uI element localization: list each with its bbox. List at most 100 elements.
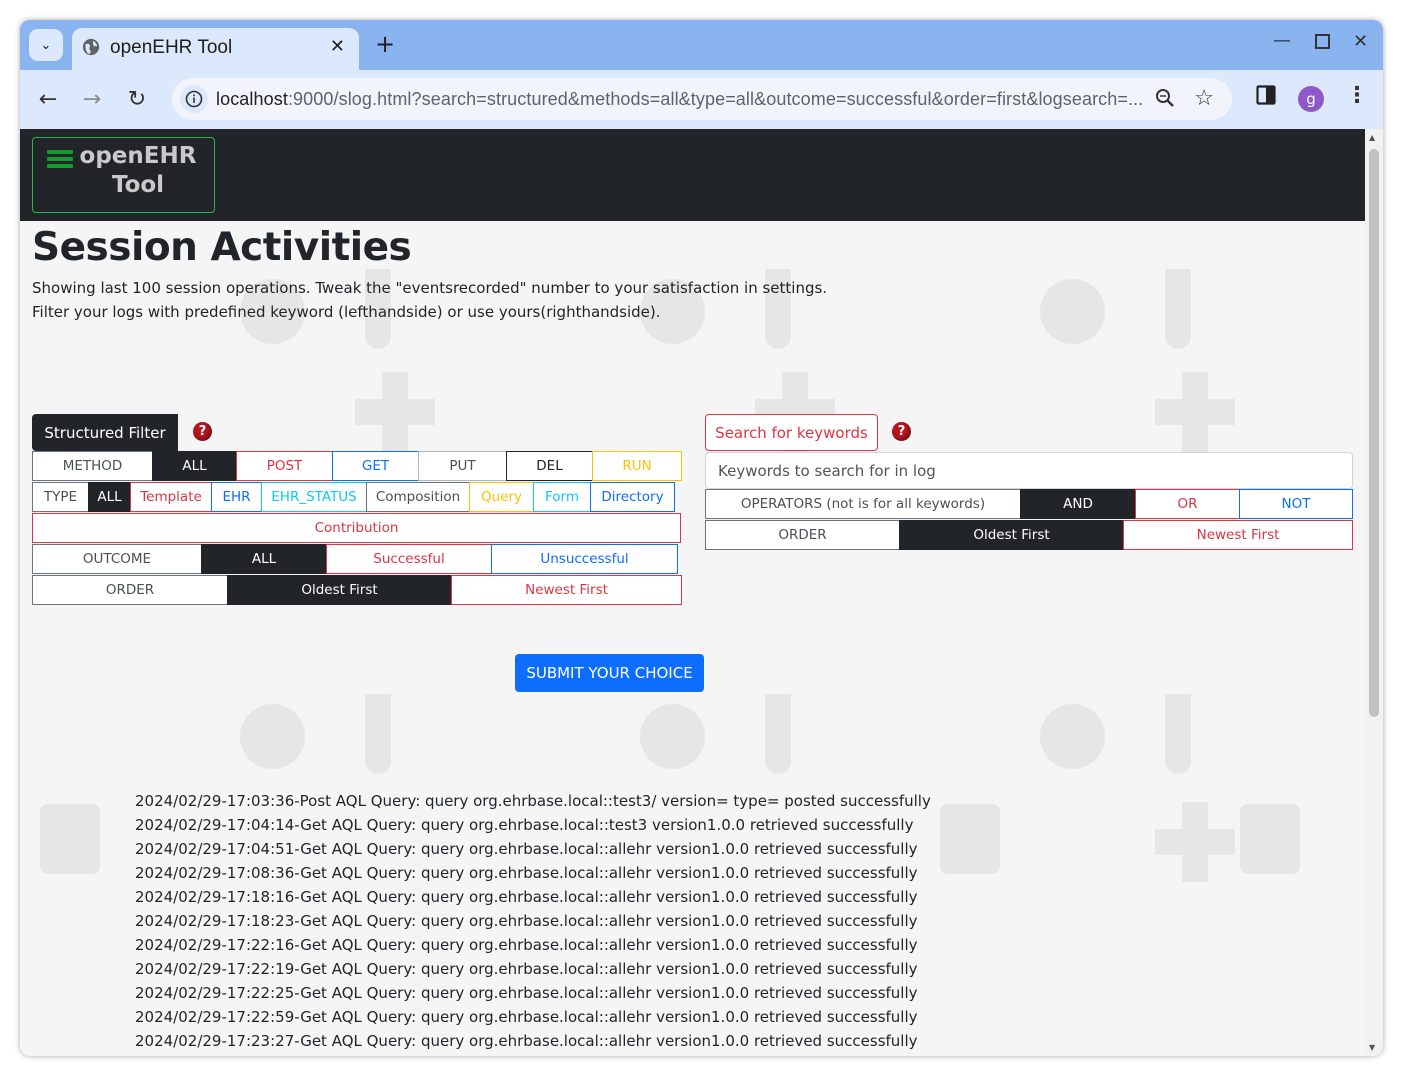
app-navbar: openEHR Tool	[20, 129, 1365, 221]
scroll-down-icon[interactable]: ▼	[1369, 1043, 1375, 1052]
tab-bar: ⌄ openEHR Tool ✕ + — ✕	[20, 20, 1383, 70]
outcome-unsuccessful-button[interactable]: Unsuccessful	[491, 544, 678, 574]
background-pattern-icon	[1165, 694, 1191, 774]
method-put-button[interactable]: PUT	[418, 451, 507, 481]
brand-line-1: openEHR	[79, 143, 197, 169]
outcome-successful-button[interactable]: Successful	[326, 544, 492, 574]
method-get-button[interactable]: GET	[332, 451, 419, 481]
reload-icon[interactable]: ↻	[122, 84, 152, 114]
background-pattern-icon	[1182, 802, 1208, 882]
method-run-button[interactable]: RUN	[592, 451, 682, 481]
scroll-thumb[interactable]	[1369, 149, 1379, 717]
background-pattern-icon	[1040, 279, 1105, 344]
background-pattern-icon	[382, 372, 408, 452]
type-ehr-status-button[interactable]: EHR_STATUS	[261, 482, 367, 512]
method-label: METHOD	[32, 451, 153, 481]
page-scrollbar[interactable]: ▲ ▼	[1365, 129, 1383, 1056]
log-line: 2024/02/29-17:18:16-Get AQL Query: query…	[135, 888, 918, 906]
type-contribution-button[interactable]: Contribution	[32, 513, 681, 543]
log-line: 2024/02/29-17:22:59-Get AQL Query: query…	[135, 1008, 918, 1026]
page-title: Session Activities	[32, 225, 412, 270]
tab-title: openEHR Tool	[110, 37, 233, 58]
operator-or-button[interactable]: OR	[1135, 489, 1240, 519]
log-line: 2024/02/29-17:18:23-Get AQL Query: query…	[135, 912, 918, 930]
order-oldest-first-button[interactable]: Oldest First	[227, 575, 452, 605]
type-ehr-button[interactable]: EHR	[211, 482, 262, 512]
order-label: ORDER	[32, 575, 228, 605]
avatar-letter: g	[1306, 90, 1316, 108]
type-composition-button[interactable]: Composition	[366, 482, 470, 512]
side-panel-icon[interactable]	[1256, 85, 1276, 105]
log-line: 2024/02/29-17:04:51-Get AQL Query: query…	[135, 840, 918, 858]
minimize-icon[interactable]: —	[1273, 30, 1291, 51]
globe-icon	[82, 38, 100, 56]
url-text[interactable]: localhost:9000/slog.html?search=structur…	[216, 89, 1143, 110]
page-description-1: Showing last 100 session operations. Twe…	[32, 279, 828, 297]
back-icon[interactable]: ←	[33, 84, 63, 114]
background-pattern-icon	[1240, 804, 1300, 874]
background-pattern-icon	[40, 804, 100, 874]
scroll-up-icon[interactable]: ▲	[1369, 133, 1375, 142]
url-path: :9000/slog.html?search=structured&method…	[287, 89, 1144, 109]
search-keywords-button[interactable]: Search for keywords	[705, 414, 878, 451]
close-tab-icon[interactable]: ✕	[330, 36, 345, 57]
type-all-button[interactable]: ALL	[88, 482, 131, 512]
outcome-all-button[interactable]: ALL	[201, 544, 327, 574]
log-line: 2024/02/29-17:04:14-Get AQL Query: query…	[135, 816, 914, 834]
background-pattern-icon	[640, 704, 705, 769]
hamburger-menu-icon	[47, 150, 73, 171]
new-tab-button[interactable]: +	[375, 31, 395, 57]
url-host: localhost	[216, 89, 288, 109]
background-pattern-icon	[240, 704, 305, 769]
keywords-order-label: ORDER	[705, 520, 900, 550]
structured-filter-button[interactable]: Structured Filter	[32, 414, 178, 451]
operators-row: OPERATORS (not is for all keywords) AND …	[705, 489, 1353, 519]
profile-avatar[interactable]: g	[1298, 86, 1324, 112]
outcome-label: OUTCOME	[32, 544, 202, 574]
tab-search-button[interactable]: ⌄	[29, 29, 63, 61]
keywords-oldest-first-button[interactable]: Oldest First	[899, 520, 1124, 550]
browser-menu-icon[interactable]: ⋮	[1346, 83, 1368, 108]
order-filter-row: ORDER Oldest First Newest First	[32, 575, 682, 605]
log-line: 2024/02/29-17:03:36-Post AQL Query: quer…	[135, 792, 931, 810]
log-line: 2024/02/29-17:22:16-Get AQL Query: query…	[135, 936, 918, 954]
bookmark-star-icon[interactable]: ☆	[1194, 86, 1214, 111]
background-pattern-icon	[1165, 269, 1191, 349]
keywords-input[interactable]	[705, 452, 1353, 489]
log-line: 2024/02/29-17:23:27-Get AQL Query: query…	[135, 1032, 918, 1050]
type-filter-row: TYPE ALL Template EHR EHR_STATUS Composi…	[32, 482, 675, 512]
method-post-button[interactable]: POST	[236, 451, 333, 481]
keywords-newest-first-button[interactable]: Newest First	[1123, 520, 1353, 550]
brand-title: openEHR Tool	[73, 142, 203, 200]
browser-tab[interactable]: openEHR Tool ✕	[72, 28, 359, 70]
operators-label: OPERATORS (not is for all keywords)	[705, 489, 1021, 519]
submit-button[interactable]: SUBMIT YOUR CHOICE	[515, 654, 704, 692]
log-line: 2024/02/29-17:22:25-Get AQL Query: query…	[135, 984, 918, 1002]
type-directory-button[interactable]: Directory	[590, 482, 675, 512]
type-query-button[interactable]: Query	[469, 482, 534, 512]
keywords-help-icon[interactable]: ?	[892, 422, 911, 441]
method-filter-row: METHOD ALL POST GET PUT DEL RUN	[32, 451, 682, 481]
maximize-icon[interactable]	[1315, 34, 1330, 49]
method-all-button[interactable]: ALL	[152, 451, 237, 481]
background-pattern-icon	[1040, 704, 1105, 769]
method-del-button[interactable]: DEL	[506, 451, 593, 481]
page-description-2: Filter your logs with predefined keyword…	[32, 303, 661, 321]
type-form-button[interactable]: Form	[533, 482, 591, 512]
close-window-icon[interactable]: ✕	[1353, 31, 1368, 52]
operator-and-button[interactable]: AND	[1020, 489, 1136, 519]
browser-toolbar: ← → ↻ localhost:9000/slog.html?search=st…	[20, 70, 1383, 129]
site-info-icon[interactable]	[180, 85, 208, 113]
brand-menu-button[interactable]: openEHR Tool	[32, 137, 215, 213]
order-newest-first-button[interactable]: Newest First	[451, 575, 682, 605]
operator-not-button[interactable]: NOT	[1239, 489, 1353, 519]
chevron-down-icon: ⌄	[40, 37, 52, 53]
zoom-icon[interactable]	[1154, 87, 1176, 109]
outcome-filter-row: OUTCOME ALL Successful Unsuccessful	[32, 544, 678, 574]
type-template-button[interactable]: Template	[130, 482, 212, 512]
background-pattern-icon	[940, 804, 1000, 874]
forward-icon[interactable]: →	[77, 84, 107, 114]
address-bar[interactable]: localhost:9000/slog.html?search=structur…	[172, 78, 1232, 120]
page-viewport: openEHR Tool Session Activities Showing …	[20, 129, 1365, 1056]
structured-help-icon[interactable]: ?	[193, 422, 212, 441]
